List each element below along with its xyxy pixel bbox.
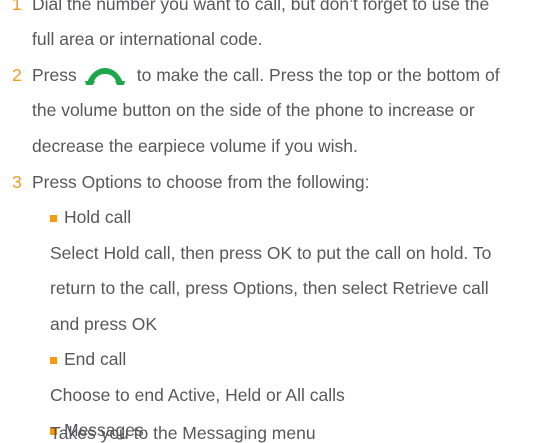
step-text-after-icon: to make the call. Press the top or the b…	[136, 65, 500, 85]
step-text-continued: full area or international code.	[32, 29, 263, 49]
bullet-square-icon	[50, 357, 57, 364]
option-description: and press OK	[50, 314, 157, 334]
step-text-before-icon: Press	[32, 65, 77, 85]
option-description: return to the call, press Options, then …	[50, 278, 489, 298]
step-number: 1	[12, 0, 22, 14]
step-text: Press Options to choose from the followi…	[32, 172, 370, 192]
step-text: Dial the number you want to call, but do…	[32, 0, 490, 14]
bullet-square-icon	[50, 215, 57, 222]
step-number: 2	[12, 65, 22, 85]
option-end-call: End call	[50, 349, 126, 369]
option-description: Select Hold call, then press OK to put t…	[50, 243, 492, 263]
option-hold-call: Hold call	[50, 207, 131, 227]
option-description: Takes you to the Messaging menu	[50, 423, 316, 443]
step-text-continued: decrease the earpiece volume if you wish…	[32, 136, 358, 156]
instructions-document: 1 Dial the number you want to call, but …	[0, 0, 540, 443]
call-handset-icon	[84, 68, 125, 85]
option-title: Hold call	[64, 207, 132, 227]
step-number: 3	[12, 172, 22, 192]
step-text-continued: the volume button on the side of the pho…	[32, 100, 475, 120]
step-text: Press to make the call. Press the top or…	[32, 65, 500, 85]
option-description: Choose to end Active, Held or All calls	[50, 385, 345, 405]
option-title: End call	[64, 349, 127, 369]
